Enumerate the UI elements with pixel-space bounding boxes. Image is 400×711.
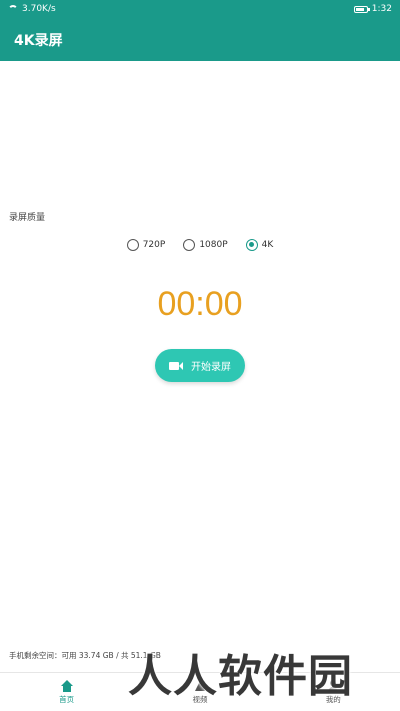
status-bar: 3.70K/s 1:32 xyxy=(0,0,400,18)
storage-info: 手机剩余空间：可用 33.74 GB / 共 51.1 GB xyxy=(9,651,161,660)
start-recording-button[interactable]: 开始录屏 xyxy=(155,349,245,382)
battery-icon xyxy=(353,5,370,13)
quality-radio-group: 720P 1080P 4K xyxy=(0,236,400,254)
nav-item-label: 首页 xyxy=(59,694,75,704)
radio-checked-icon[interactable] xyxy=(245,239,258,251)
quality-option-label: 720P xyxy=(142,240,166,250)
nav-item-label: 视频 xyxy=(192,694,208,704)
status-bar-right: 1:32 xyxy=(353,4,392,14)
nav-item-video[interactable]: 视频 xyxy=(133,673,266,711)
nav-item-mine[interactable]: 我的 xyxy=(267,673,400,711)
start-recording-label: 开始录屏 xyxy=(191,362,231,373)
radio-icon[interactable] xyxy=(183,239,196,251)
quality-label: 录屏质量 xyxy=(9,213,46,223)
quality-option-label: 4K xyxy=(261,240,274,250)
nav-item-home[interactable]: 首页 xyxy=(0,673,133,711)
quality-option-1080p[interactable]: 1080P xyxy=(183,236,228,254)
user-icon xyxy=(327,679,339,692)
network-speed: 3.70K/s xyxy=(22,4,56,14)
nav-item-label: 我的 xyxy=(325,694,341,704)
quality-option-label: 1080P xyxy=(199,240,228,250)
video-icon xyxy=(194,680,206,692)
quality-option-720p[interactable]: 720P xyxy=(126,236,166,254)
radio-icon[interactable] xyxy=(126,239,139,251)
quality-option-4k[interactable]: 4K xyxy=(245,236,274,254)
wifi-icon xyxy=(8,5,18,13)
clock: 1:32 xyxy=(371,4,392,14)
recording-timer: 00:00 xyxy=(157,285,243,323)
bottom-nav: 首页 视频 我的 xyxy=(0,672,400,711)
home-icon xyxy=(60,679,73,692)
app-title: 4K录屏 xyxy=(14,32,63,49)
video-camera-icon xyxy=(169,361,183,371)
app-bar: 4K录屏 xyxy=(0,18,400,61)
status-bar-left: 3.70K/s xyxy=(8,4,56,14)
